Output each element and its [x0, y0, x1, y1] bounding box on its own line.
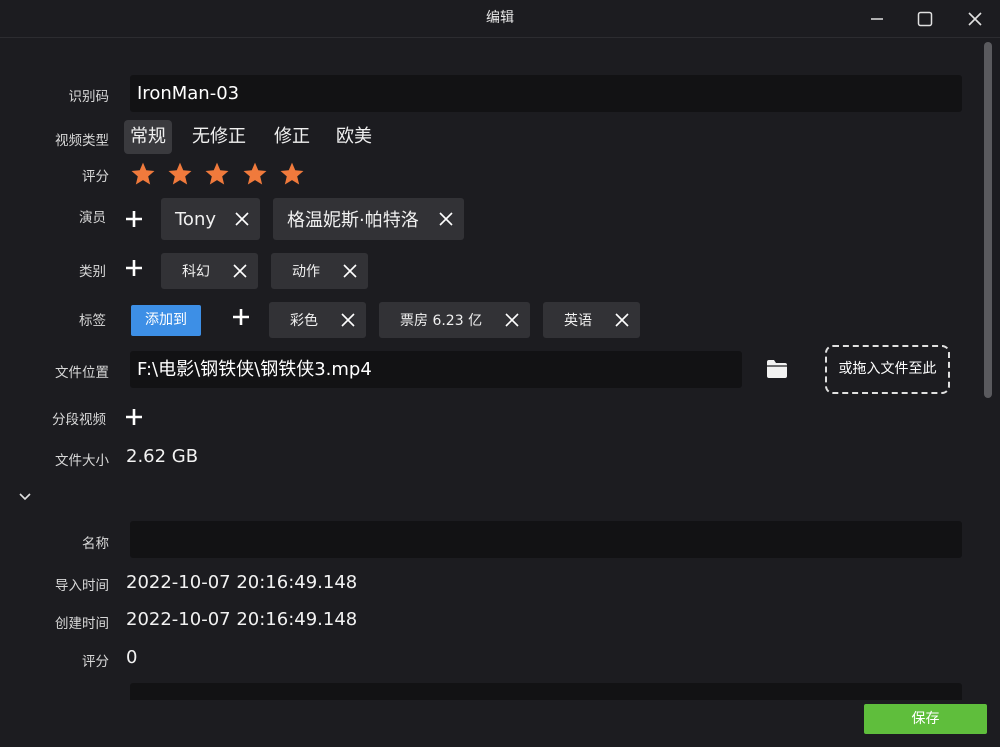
video-type-option-regular[interactable]: 常规 [124, 120, 172, 154]
genre-chip: 动作 [271, 253, 368, 289]
name-input[interactable] [130, 521, 962, 558]
remove-actor-icon[interactable] [438, 211, 454, 227]
create-time-value: 2022-10-07 20:16:49.148 [126, 609, 358, 630]
video-type-option-western[interactable]: 欧美 [330, 120, 378, 154]
actors-label: 演员 [79, 210, 106, 226]
close-icon [968, 11, 982, 26]
genre-chip: 科幻 [161, 253, 258, 289]
tag-chip-label: 票房 6.23 亿 [400, 313, 483, 329]
maximize-button[interactable] [902, 0, 948, 37]
folder-icon[interactable] [766, 359, 788, 379]
star-icon[interactable] [279, 161, 305, 187]
video-type-option-censored[interactable]: 修正 [268, 120, 316, 154]
actor-chip-label: Tony [175, 208, 217, 230]
next-field-input[interactable] [130, 683, 962, 700]
genre-chip-label: 动作 [292, 264, 320, 280]
star-icon[interactable] [204, 161, 230, 187]
add-to-button[interactable]: 添加到 [131, 305, 201, 336]
tag-chip: 英语 [543, 302, 640, 338]
video-type-label: 视频类型 [55, 133, 109, 149]
remove-tag-icon[interactable] [340, 312, 356, 328]
tag-chip-label: 英语 [564, 313, 592, 329]
maximize-icon [917, 11, 933, 26]
actor-chip: Tony [161, 198, 260, 240]
create-time-label: 创建时间 [55, 616, 109, 632]
tags-label: 标签 [79, 313, 106, 329]
scrollbar-thumb[interactable] [984, 42, 992, 398]
edit-form: 识别码 IronMan-03 视频类型 常规 无修正 修正 欧美 评分 演员 T… [0, 38, 980, 700]
window-title: 编辑 [486, 10, 514, 26]
actor-chip: 格温妮斯·帕特洛 [273, 198, 464, 240]
id-code-label: 识别码 [68, 89, 110, 105]
file-size-label: 文件大小 [55, 453, 109, 469]
star-icon[interactable] [130, 161, 156, 187]
add-segment-icon[interactable] [124, 407, 144, 427]
score-value: 0 [126, 647, 138, 668]
genre-chip-label: 科幻 [182, 264, 210, 280]
tag-chip: 票房 6.23 亿 [379, 302, 530, 338]
score-label: 评分 [82, 654, 109, 670]
chevron-down-icon[interactable] [18, 490, 32, 504]
remove-tag-icon[interactable] [614, 312, 630, 328]
video-type-option-uncensored[interactable]: 无修正 [186, 120, 252, 154]
file-location-label: 文件位置 [55, 365, 109, 381]
file-size-value: 2.62 GB [126, 446, 199, 467]
remove-genre-icon[interactable] [232, 263, 248, 279]
close-window-button[interactable] [952, 0, 998, 37]
file-path-input[interactable]: F:\电影\钢铁侠\钢铁侠3.mp4 [130, 351, 742, 388]
file-drop-zone[interactable]: 或拖入文件至此 [825, 345, 950, 394]
actor-chip-label: 格温妮斯·帕特洛 [287, 210, 419, 231]
tag-chip: 彩色 [269, 302, 366, 338]
import-time-label: 导入时间 [55, 578, 109, 594]
rating-label: 评分 [82, 169, 109, 185]
name-label: 名称 [82, 536, 109, 552]
genres-label: 类别 [79, 264, 106, 280]
remove-genre-icon[interactable] [342, 263, 358, 279]
title-bar: 编辑 [0, 0, 1000, 38]
tag-chip-label: 彩色 [290, 313, 318, 329]
import-time-value: 2022-10-07 20:16:49.148 [126, 572, 358, 593]
minimize-button[interactable] [854, 0, 900, 37]
segments-label: 分段视频 [52, 412, 106, 428]
star-icon[interactable] [167, 161, 193, 187]
star-icon[interactable] [242, 161, 268, 187]
remove-actor-icon[interactable] [234, 211, 250, 227]
minimize-icon [871, 17, 883, 20]
remove-tag-icon[interactable] [504, 312, 520, 328]
add-actor-icon[interactable] [124, 209, 144, 229]
id-code-input[interactable]: IronMan-03 [130, 75, 962, 112]
add-tag-icon[interactable] [231, 307, 251, 327]
save-button[interactable]: 保存 [864, 704, 987, 734]
add-genre-icon[interactable] [124, 258, 144, 278]
